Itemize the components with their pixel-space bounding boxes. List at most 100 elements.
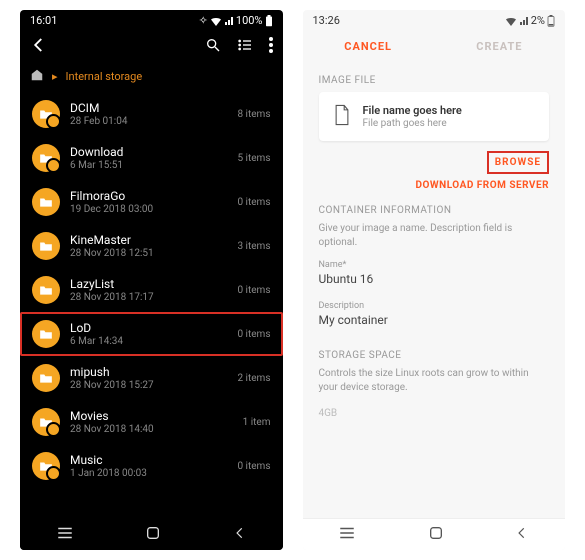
signal-icon	[519, 14, 529, 27]
folder-info: Movies28 Nov 2018 14:40	[70, 409, 233, 435]
folder-date: 28 Nov 2018 12:51	[70, 248, 227, 259]
folder-info: KineMaster28 Nov 2018 12:51	[70, 233, 227, 259]
folder-date: 1 Jan 2018 00:03	[70, 468, 227, 479]
folder-name: Download	[70, 145, 227, 159]
folder-count: 0 items	[237, 329, 270, 340]
vibrate-icon: ✧	[199, 14, 208, 27]
folder-row-movies[interactable]: Movies28 Nov 2018 14:40 1 item	[20, 400, 283, 444]
storage-value: 4GB	[319, 407, 550, 421]
folder-date: 6 Mar 14:34	[70, 336, 227, 347]
section-container-info: CONTAINER INFORMATION	[319, 205, 550, 216]
folder-row-kinemaster[interactable]: KineMaster28 Nov 2018 12:51 3 items	[20, 224, 283, 268]
more-vert-icon[interactable]	[269, 37, 273, 56]
status-bar: 16:01 ✧ 100%	[20, 10, 283, 30]
home-icon	[30, 69, 44, 84]
folder-date: 28 Nov 2018 15:27	[70, 380, 227, 391]
folder-date: 19 Dec 2018 03:00	[70, 204, 227, 215]
form-content: IMAGE FILE File name goes here File path…	[303, 61, 566, 518]
folder-info: Download6 Mar 15:51	[70, 145, 227, 171]
name-value: Ubuntu 16	[319, 270, 550, 291]
battery-pct: 100%	[236, 14, 263, 27]
battery-low-icon	[547, 13, 555, 26]
folder-icon	[32, 452, 60, 480]
battery-full-icon	[265, 13, 273, 26]
battery-pct: 2%	[531, 14, 545, 27]
folder-date: 28 Nov 2018 17:17	[70, 292, 227, 303]
folder-icon	[32, 320, 60, 348]
folder-row-lod[interactable]: LoD6 Mar 14:34 0 items	[20, 312, 283, 356]
storage-desc: Controls the size Linux roots can grow t…	[319, 367, 550, 395]
folder-info: LoD6 Mar 14:34	[70, 321, 227, 347]
chevron-right-icon: ▸	[52, 70, 58, 83]
list-icon[interactable]	[237, 37, 253, 56]
folder-name: DCIM	[70, 101, 227, 115]
folder-icon	[32, 144, 60, 172]
folder-date: 28 Feb 01:04	[70, 116, 227, 127]
nav-bar	[20, 518, 283, 550]
section-storage: STORAGE SPACE	[319, 350, 550, 361]
home-nav-icon[interactable]	[145, 525, 161, 544]
wifi-icon	[505, 14, 517, 27]
file-icon	[333, 104, 351, 129]
breadcrumb-label: Internal storage	[66, 70, 143, 83]
name-label: Name*	[319, 260, 550, 270]
folder-name: FilmoraGo	[70, 189, 227, 203]
signal-icon	[224, 14, 234, 27]
recents-icon[interactable]	[338, 526, 356, 543]
status-indicators: 2%	[505, 13, 555, 26]
folder-name: Movies	[70, 409, 233, 423]
description-field[interactable]: Description My container	[319, 301, 550, 332]
status-indicators: ✧ 100%	[199, 13, 273, 26]
download-from-server-button[interactable]: DOWNLOAD FROM SERVER	[319, 180, 550, 191]
nav-bar	[303, 518, 566, 550]
section-image-file: IMAGE FILE	[319, 75, 550, 86]
recents-icon[interactable]	[56, 526, 74, 543]
cancel-button[interactable]: CANCEL	[303, 40, 434, 53]
search-icon[interactable]	[205, 37, 221, 56]
file-name: File name goes here	[363, 104, 462, 117]
back-button[interactable]	[30, 36, 48, 57]
folder-icon	[32, 364, 60, 392]
folder-name: KineMaster	[70, 233, 227, 247]
file-card[interactable]: File name goes here File path goes here	[319, 92, 550, 141]
folder-count: 8 items	[237, 109, 270, 120]
folder-row-music[interactable]: Music1 Jan 2018 00:030 items	[20, 444, 283, 488]
folder-row-mipush[interactable]: mipush28 Nov 2018 15:272 items	[20, 356, 283, 400]
breadcrumb[interactable]: ▸ Internal storage	[20, 63, 283, 92]
folder-count: 1 item	[243, 417, 271, 428]
home-nav-icon[interactable]	[428, 525, 444, 544]
folder-count: 0 items	[237, 285, 270, 296]
folder-icon	[32, 188, 60, 216]
folder-icon	[32, 232, 60, 260]
folder-info: FilmoraGo19 Dec 2018 03:00	[70, 189, 227, 215]
folder-icon	[32, 276, 60, 304]
name-field[interactable]: Name* Ubuntu 16	[319, 260, 550, 291]
folder-icon	[32, 100, 60, 128]
folder-row-dcim[interactable]: DCIM28 Feb 01:04 8 items	[20, 92, 283, 136]
folder-name: Music	[70, 453, 227, 467]
back-nav-icon[interactable]	[515, 526, 529, 543]
folder-row-lazylist[interactable]: LazyList28 Nov 2018 17:17 0 items	[20, 268, 283, 312]
folder-name: LazyList	[70, 277, 227, 291]
folder-count: 5 items	[237, 153, 270, 164]
status-time: 13:26	[313, 14, 340, 27]
file-browser-screen: 16:01 ✧ 100%	[20, 10, 283, 550]
folder-count: 3 items	[237, 241, 270, 252]
folder-icon	[32, 408, 60, 436]
folder-date: 6 Mar 15:51	[70, 160, 227, 171]
wifi-icon	[210, 14, 222, 27]
browse-button[interactable]: BROWSE	[487, 151, 549, 174]
folder-row-filmorago[interactable]: FilmoraGo19 Dec 2018 03:00 0 items	[20, 180, 283, 224]
folder-row-download[interactable]: Download6 Mar 15:51 5 items	[20, 136, 283, 180]
folder-count: 2 items	[237, 373, 270, 384]
dialog-actions: CANCEL CREATE	[303, 30, 566, 61]
back-nav-icon[interactable]	[233, 526, 247, 543]
file-path: File path goes here	[363, 118, 462, 129]
status-bar: 13:26 2%	[303, 10, 566, 30]
container-desc: Give your image a name. Description fiel…	[319, 222, 550, 250]
app-bar	[20, 30, 283, 63]
folder-info: DCIM28 Feb 01:04	[70, 101, 227, 127]
folder-count: 0 items	[237, 197, 270, 208]
folder-date: 28 Nov 2018 14:40	[70, 424, 233, 435]
create-button[interactable]: CREATE	[434, 40, 565, 53]
